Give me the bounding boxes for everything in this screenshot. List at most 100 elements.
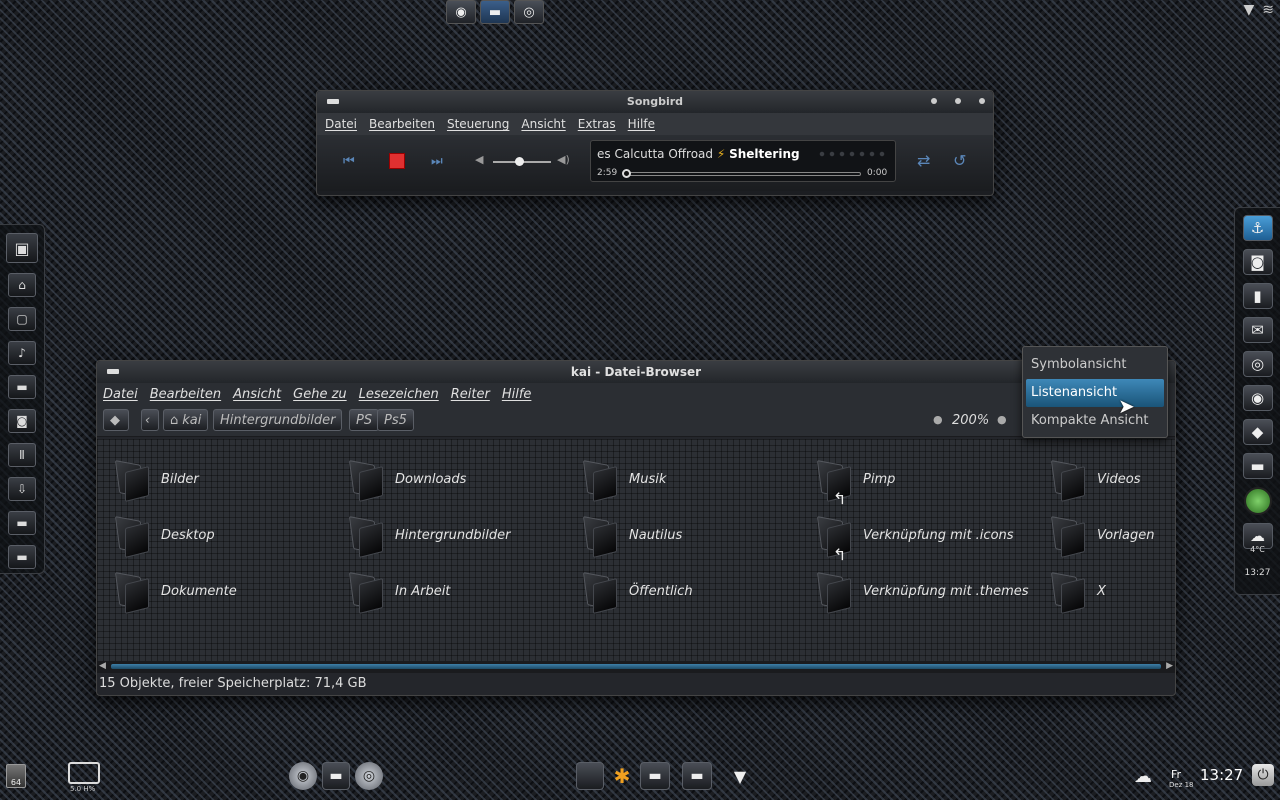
document-icon[interactable]: ▢ (8, 307, 36, 331)
folder-item[interactable]: Hintergrundbilder (345, 515, 510, 555)
folder-item[interactable]: In Arbeit (345, 571, 450, 611)
volume-low-icon[interactable]: ◀ (475, 153, 483, 166)
download-icon[interactable]: ▼ (726, 762, 754, 790)
zoom-out-icon[interactable]: ● (933, 413, 943, 426)
download-icon[interactable]: ⇩ (8, 477, 36, 501)
volume-slider[interactable] (493, 157, 551, 166)
globe-icon[interactable]: ◉ (1242, 385, 1273, 411)
seek-bar[interactable] (622, 169, 861, 178)
gnome-foot-icon[interactable]: ✱ (608, 762, 636, 790)
file-name: Pimp (863, 471, 896, 487)
menu-item-listenansicht[interactable]: Listenansicht (1026, 379, 1164, 407)
folder-item[interactable]: X (1047, 571, 1106, 611)
menu-ansicht[interactable]: Ansicht (227, 387, 287, 402)
music-player-icon[interactable]: ◎ (355, 762, 383, 790)
diamond-icon[interactable]: ◆ (1242, 419, 1273, 445)
weather-icon[interactable]: ☁ (1134, 766, 1152, 787)
seek-knob[interactable] (622, 169, 631, 178)
folder-icon[interactable]: ▬ (682, 762, 712, 790)
menu-item-symbolansicht[interactable]: Symbolansicht (1023, 351, 1167, 379)
menu-steuerung[interactable]: Steuerung (441, 117, 515, 131)
menu-datei[interactable]: Datei (319, 117, 363, 131)
volume-high-icon[interactable]: ◀) (557, 153, 570, 166)
zoom-level[interactable]: 200% (952, 413, 989, 428)
music-folder-icon[interactable]: ♪ (8, 341, 36, 365)
path-segment-ps[interactable]: PS (349, 409, 380, 431)
folder-item[interactable]: Dokumente (111, 571, 237, 611)
menu-ansicht[interactable]: Ansicht (515, 117, 571, 131)
stop-button[interactable] (389, 153, 405, 169)
menu-bearbeiten[interactable]: Bearbeiten (363, 117, 441, 131)
folder-item[interactable]: Musik (579, 459, 666, 499)
songbird-titlebar[interactable]: Songbird (317, 91, 993, 113)
link-item[interactable]: ↰ Verknüpfung mit .themes (813, 545, 1029, 611)
top-panel: ◉ ▬ ◎ ▼ ≋ (0, 0, 1280, 26)
horizontal-scrollbar[interactable]: ◀ ▶ (97, 661, 1175, 673)
mail-icon[interactable]: ✉ (1242, 317, 1273, 343)
rating-stars[interactable] (817, 150, 887, 158)
clock[interactable]: 13:27 (1200, 766, 1243, 784)
volume-knob[interactable] (515, 157, 525, 166)
folder-icon[interactable]: ▬ (8, 511, 36, 535)
power-icon[interactable]: ⏻ (1252, 764, 1274, 786)
minimize-button[interactable] (931, 98, 937, 104)
previous-icon[interactable]: ⏮ (343, 154, 355, 169)
shuffle-icon[interactable]: ⇄ (917, 151, 930, 170)
folder-item[interactable]: Bilder (111, 459, 199, 499)
trash-icon[interactable]: 64 (6, 764, 26, 788)
status-orb-icon[interactable] (1243, 487, 1272, 515)
folder-item[interactable]: Pimp (813, 459, 895, 499)
folder-item[interactable]: Downloads (345, 459, 466, 499)
folder-icon[interactable]: ▬ (322, 762, 350, 790)
scroll-right-icon[interactable]: ▶ (1166, 661, 1173, 671)
anchor-icon[interactable]: ⚓ (1242, 215, 1273, 241)
next-icon[interactable]: ⏭ (431, 154, 443, 169)
folder-item[interactable]: Vorlagen (1047, 515, 1155, 555)
path-segment-ps5[interactable]: Ps5 (377, 409, 414, 431)
camera-icon[interactable]: ◙ (8, 409, 36, 433)
zoom-in-icon[interactable]: ● (997, 413, 1007, 426)
menu-reiter[interactable]: Reiter (445, 387, 496, 402)
path-segment-home[interactable]: ⌂ kai (163, 409, 209, 431)
menu-bearbeiten[interactable]: Bearbeiten (144, 387, 227, 402)
scrollbar-thumb[interactable] (111, 664, 1161, 669)
text-icon[interactable]: Ⅱ (8, 443, 36, 467)
globe-icon[interactable]: ◉ (446, 0, 476, 24)
network-icon[interactable]: ▼ (1243, 2, 1254, 18)
path-segment-hintergrundbilder[interactable]: Hintergrundbilder (213, 409, 343, 431)
maximize-button[interactable] (955, 98, 961, 104)
computer-icon[interactable]: ▣ (6, 233, 38, 263)
menu-datei[interactable]: Datei (97, 387, 144, 402)
system-monitor-icon[interactable] (68, 762, 100, 784)
file-browser-titlebar[interactable]: kai - Datei-Browser (97, 361, 1175, 383)
apple-icon[interactable] (576, 762, 604, 790)
terminal-icon[interactable]: ▮ (1242, 283, 1273, 309)
menu-gehe-zu[interactable]: Gehe zu (287, 387, 353, 402)
folder-item[interactable]: Nautilus (579, 515, 682, 555)
menu-item-kompakte-ansicht[interactable]: Kompakte Ansicht (1023, 407, 1167, 435)
menu-hilfe[interactable]: Hilfe (496, 387, 538, 402)
file-name: Nautilus (629, 527, 683, 543)
home-icon[interactable]: ⌂ (8, 273, 36, 297)
folder-icon[interactable]: ▬ (1242, 453, 1273, 479)
menu-hilfe[interactable]: Hilfe (622, 117, 661, 131)
globe-icon[interactable]: ◉ (289, 762, 317, 790)
menu-extras[interactable]: Extras (572, 117, 622, 131)
folder-item[interactable]: Desktop (111, 515, 215, 555)
folder-icon[interactable]: ▬ (8, 375, 36, 399)
toggle-path-button[interactable]: ◆ (103, 409, 129, 431)
wifi-icon[interactable]: ≋ (1262, 2, 1274, 18)
music-player-icon[interactable]: ◎ (1242, 351, 1273, 377)
folder-icon[interactable]: ▬ (480, 0, 510, 24)
drive-icon[interactable]: ▬ (640, 762, 670, 790)
repeat-icon[interactable]: ↺ (953, 151, 966, 170)
music-player-icon[interactable]: ◎ (514, 0, 544, 24)
camera-icon[interactable]: ◙ (1242, 249, 1273, 275)
menu-lesezeichen[interactable]: Lesezeichen (353, 387, 445, 402)
close-button[interactable] (979, 98, 985, 104)
folder-item[interactable]: Videos (1047, 459, 1140, 499)
folder-item[interactable]: Öffentlich (579, 571, 693, 611)
folder-icon[interactable]: ▬ (8, 545, 36, 569)
scroll-left-icon[interactable]: ◀ (99, 661, 106, 671)
path-back-button[interactable]: ‹ (141, 409, 159, 431)
